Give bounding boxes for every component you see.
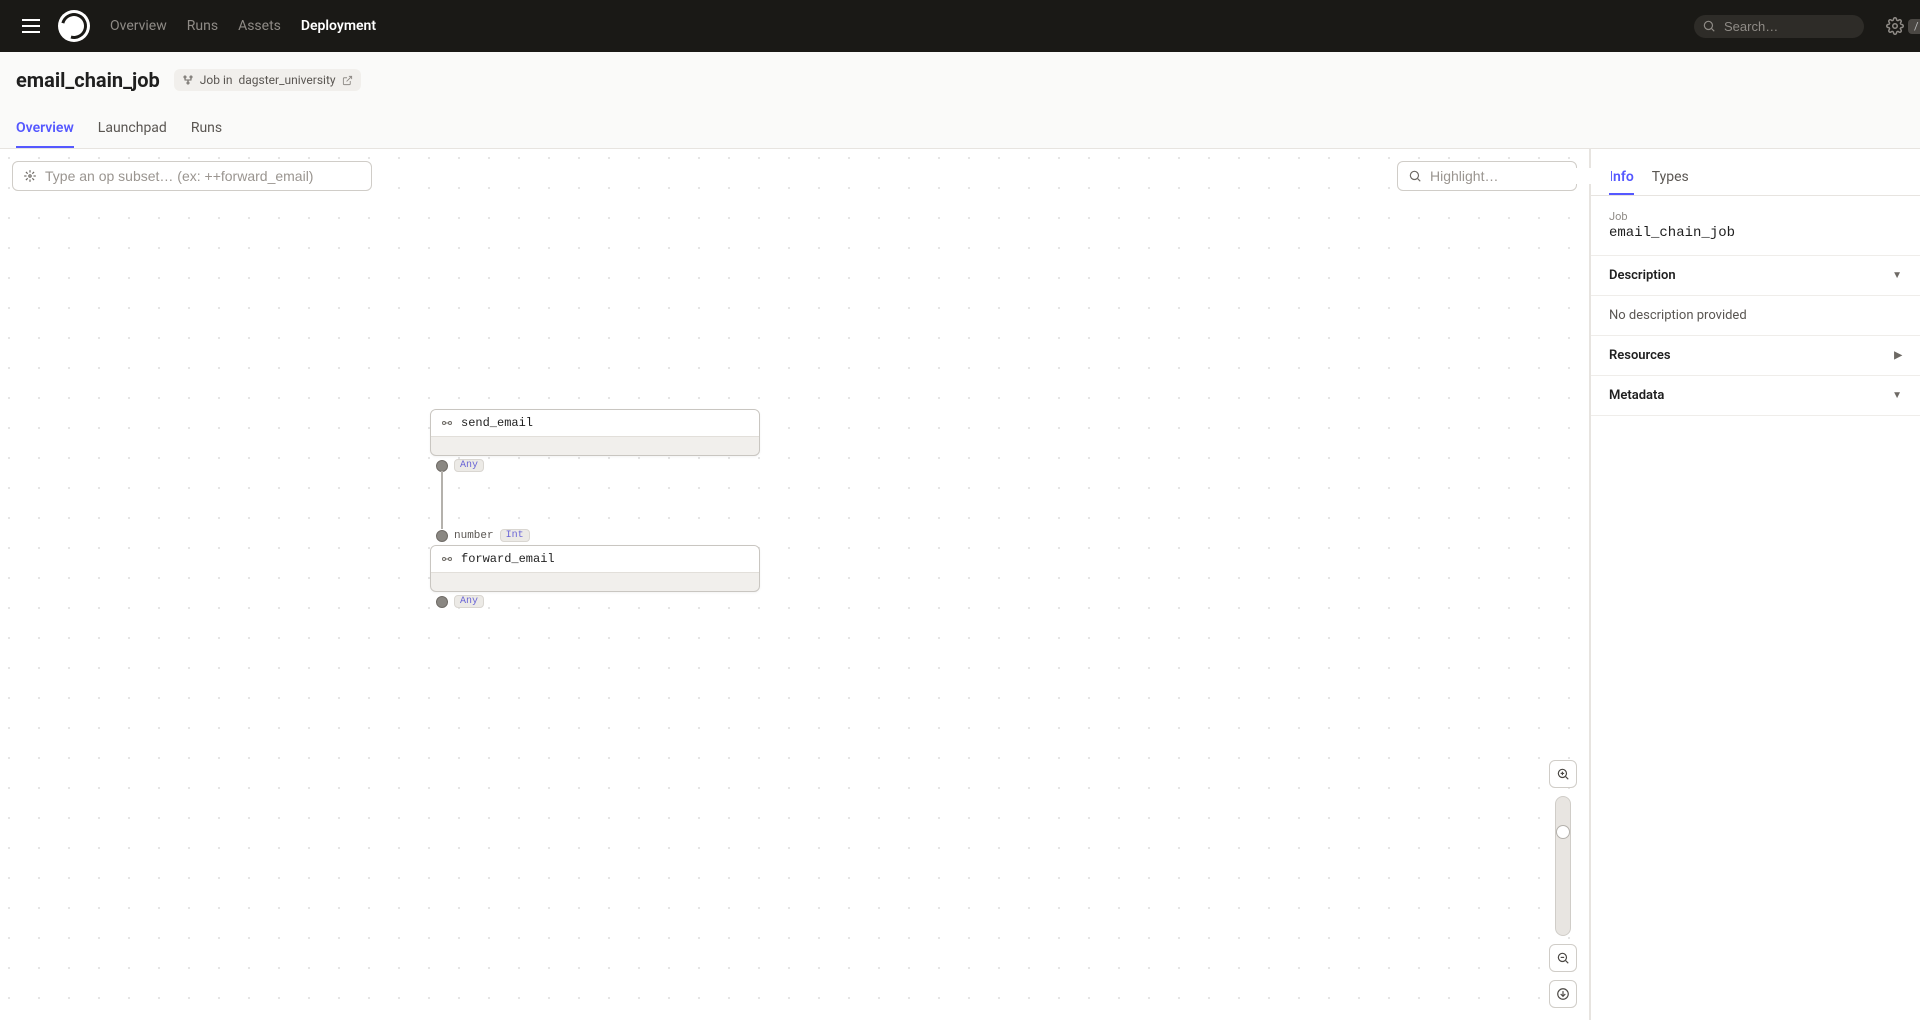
- op-icon: [441, 417, 453, 429]
- op-node-send-email[interactable]: send_email: [430, 409, 760, 456]
- nav-overview[interactable]: Overview: [110, 18, 167, 34]
- input-port-forward-email[interactable]: number Int: [436, 529, 530, 542]
- tab-overview[interactable]: Overview: [16, 110, 74, 148]
- description-body: No description provided: [1591, 296, 1920, 336]
- zoom-in-button[interactable]: [1549, 760, 1577, 788]
- resources-section-head[interactable]: Resources ▶: [1591, 336, 1920, 376]
- op-title: forward_email: [461, 552, 555, 566]
- job-tabs: Overview Launchpad Runs: [16, 110, 1904, 148]
- resources-label: Resources: [1609, 348, 1671, 363]
- job-label: Job: [1609, 210, 1902, 223]
- open-external-icon: [342, 75, 353, 86]
- gear-icon[interactable]: [1886, 17, 1904, 35]
- zoom-slider[interactable]: [1555, 796, 1571, 936]
- tab-runs[interactable]: Runs: [191, 110, 222, 148]
- port-type-badge: Any: [454, 595, 484, 608]
- chevron-down-icon: ▼: [1892, 270, 1902, 281]
- search-icon: [1702, 19, 1716, 33]
- output-port-forward-email[interactable]: Any: [436, 595, 484, 608]
- search-shortcut-badge: /: [1908, 19, 1920, 34]
- download-svg-button[interactable]: [1549, 980, 1577, 1008]
- port-type-badge: Int: [500, 529, 530, 542]
- job-name: email_chain_job: [1609, 225, 1902, 241]
- description-section-head[interactable]: Description ▼: [1591, 256, 1920, 296]
- metadata-label: Metadata: [1609, 388, 1664, 403]
- job-info-section: Job email_chain_job: [1591, 196, 1920, 256]
- top-nav: Overview Runs Assets Deployment /: [0, 0, 1920, 52]
- op-title: send_email: [461, 416, 533, 430]
- side-panel: Info Types Job email_chain_job Descripti…: [1590, 149, 1920, 1020]
- graph-panel[interactable]: send_email Any number Int: [0, 149, 1590, 1020]
- zoom-slider-thumb[interactable]: [1556, 825, 1570, 839]
- job-tag-prefix: Job in: [200, 73, 233, 87]
- port-label: number: [454, 530, 494, 542]
- page-header: email_chain_job Job in dagster_universit…: [0, 52, 1920, 149]
- chevron-down-icon: ▼: [1892, 390, 1902, 401]
- nav-assets[interactable]: Assets: [238, 18, 281, 34]
- port-dot-icon: [436, 596, 448, 608]
- global-search[interactable]: /: [1694, 15, 1864, 38]
- chevron-right-icon: ▶: [1894, 350, 1902, 361]
- content-area: send_email Any number Int: [0, 149, 1920, 1020]
- tab-launchpad[interactable]: Launchpad: [98, 110, 167, 148]
- hamburger-icon[interactable]: [16, 13, 46, 39]
- nav-links: Overview Runs Assets Deployment: [110, 18, 1682, 34]
- op-node-forward-email[interactable]: forward_email: [430, 545, 760, 592]
- page-title: email_chain_job: [16, 68, 160, 92]
- nav-runs[interactable]: Runs: [187, 18, 218, 34]
- output-port-send-email[interactable]: Any: [436, 459, 484, 472]
- side-tab-info[interactable]: Info: [1609, 161, 1634, 195]
- job-location-link[interactable]: dagster_university: [239, 73, 336, 87]
- graph-canvas[interactable]: send_email Any number Int: [0, 149, 1589, 1020]
- port-type-badge: Any: [454, 459, 484, 472]
- nav-deployment[interactable]: Deployment: [301, 18, 376, 34]
- description-label: Description: [1609, 268, 1676, 283]
- job-location-tag[interactable]: Job in dagster_university: [174, 69, 361, 91]
- metadata-section-head[interactable]: Metadata ▼: [1591, 376, 1920, 416]
- side-tabs: Info Types: [1591, 149, 1920, 196]
- port-dot-icon: [436, 460, 448, 472]
- side-tab-types[interactable]: Types: [1652, 161, 1689, 195]
- graph-edge: [441, 471, 443, 529]
- zoom-controls: [1549, 760, 1577, 1008]
- workflow-icon: [182, 74, 194, 86]
- op-icon: [441, 553, 453, 565]
- port-dot-icon: [436, 530, 448, 542]
- global-search-input[interactable]: [1724, 19, 1900, 34]
- zoom-out-button[interactable]: [1549, 944, 1577, 972]
- dagster-logo[interactable]: [58, 10, 90, 42]
